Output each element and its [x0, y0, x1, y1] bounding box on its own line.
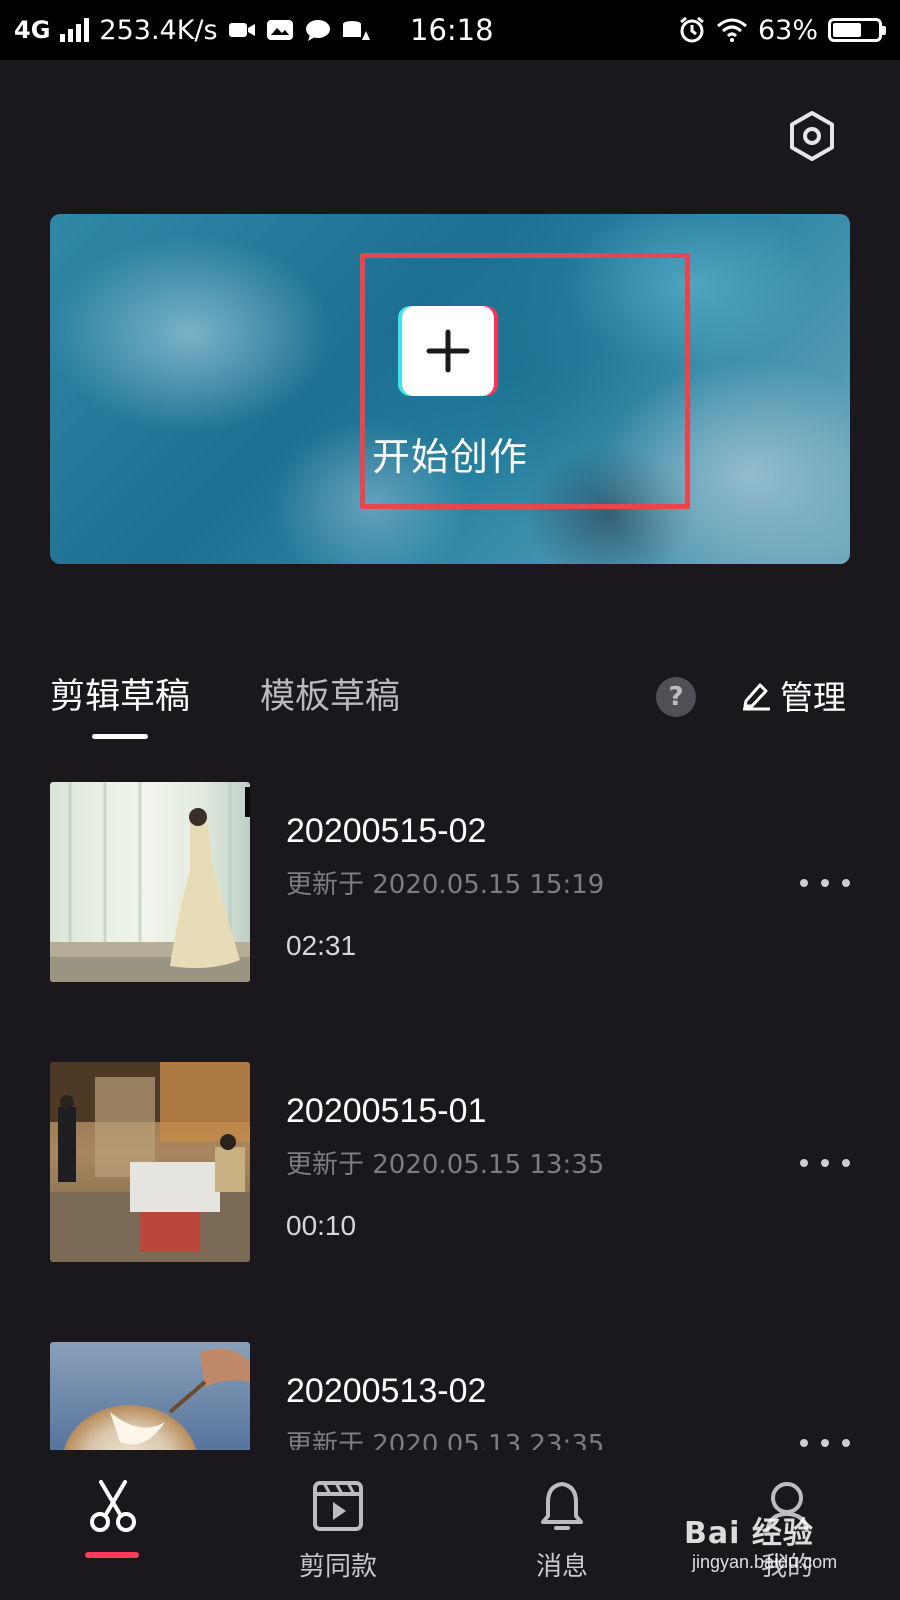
network-type: 4G	[14, 16, 51, 44]
draft-title: 20200515-01	[286, 1092, 487, 1130]
draft-duration: 02:31	[286, 930, 357, 961]
nav-item-messages[interactable]: 消息	[472, 1450, 652, 1600]
draft-thumbnail[interactable]	[50, 782, 250, 982]
nav-label: 剪同款	[298, 1552, 377, 1582]
plus-icon	[402, 306, 494, 396]
battery-fill	[833, 23, 861, 37]
draft-item[interactable]: 20200513-02 更新于 2020.05.13 23:35	[50, 1342, 850, 1450]
draft-updated-time: 更新于 2020.05.15 13:35	[286, 1150, 605, 1180]
draft-item[interactable]: 20200515-01 更新于 2020.05.15 13:35 00:10	[50, 1062, 850, 1262]
status-right: 63%	[678, 0, 886, 60]
status-left: 4G 253.4K/s	[14, 0, 370, 60]
alarm-icon	[680, 16, 704, 43]
battery-percent: 63%	[757, 14, 818, 46]
nav-active-indicator	[85, 1552, 139, 1558]
draft-title: 20200513-02	[286, 1372, 487, 1410]
draft-thumbnail[interactable]	[50, 1342, 250, 1450]
video-icon	[228, 23, 255, 37]
manage-label: 管理	[780, 678, 846, 717]
draft-updated-time: 更新于 2020.05.15 15:19	[286, 870, 605, 900]
draft-updated-time: 更新于 2020.05.13 23:35	[286, 1430, 605, 1450]
wifi-icon	[717, 18, 747, 42]
nav-label: 消息	[535, 1552, 588, 1582]
tab-indicator	[92, 734, 148, 739]
more-options-icon[interactable]	[800, 1428, 850, 1450]
baidu-watermark: Bai 经验 jingyan.baidu.com	[684, 1508, 900, 1578]
nav-item-templates[interactable]: 剪同款	[248, 1450, 428, 1600]
gallery-icon	[266, 20, 293, 40]
start-creation-label: 开始创作	[371, 435, 528, 479]
more-options-icon[interactable]	[800, 868, 850, 898]
draft-duration: 00:10	[286, 1210, 357, 1241]
clock: 16:18	[410, 13, 494, 47]
status-bar: 4G 253.4K/s 16:18 63%	[0, 0, 900, 60]
draft-title: 20200515-02	[286, 812, 487, 850]
more-options-icon[interactable]	[800, 1148, 850, 1178]
scissors-icon	[90, 1480, 136, 1532]
signal-icon	[60, 18, 90, 42]
start-creation-button[interactable]	[398, 306, 498, 396]
network-speed: 253.4K/s	[99, 14, 218, 46]
storage-warning-icon	[342, 21, 370, 40]
edit-icon	[743, 683, 770, 711]
tab-edit-drafts[interactable]: 剪辑草稿	[50, 672, 190, 722]
help-icon[interactable]: ?	[656, 677, 696, 717]
message-icon	[305, 20, 330, 41]
video-template-icon	[313, 1481, 363, 1531]
tab-template-drafts[interactable]: 模板草稿	[260, 672, 400, 722]
watermark-logo: Bai 经验	[684, 1516, 814, 1551]
draft-thumbnail[interactable]	[50, 1062, 250, 1262]
bell-icon	[541, 1482, 583, 1530]
nav-item-edit[interactable]	[23, 1450, 203, 1600]
manage-button[interactable]: 管理	[740, 670, 846, 720]
battery-icon	[828, 18, 886, 42]
draft-list[interactable]: 20200515-02 更新于 2020.05.15 15:19 02:31 2…	[0, 760, 900, 1450]
watermark-url: jingyan.baidu.com	[692, 1552, 838, 1572]
draft-item[interactable]: 20200515-02 更新于 2020.05.15 15:19 02:31	[50, 782, 850, 982]
settings-icon	[790, 111, 834, 161]
settings-button[interactable]	[784, 108, 840, 164]
